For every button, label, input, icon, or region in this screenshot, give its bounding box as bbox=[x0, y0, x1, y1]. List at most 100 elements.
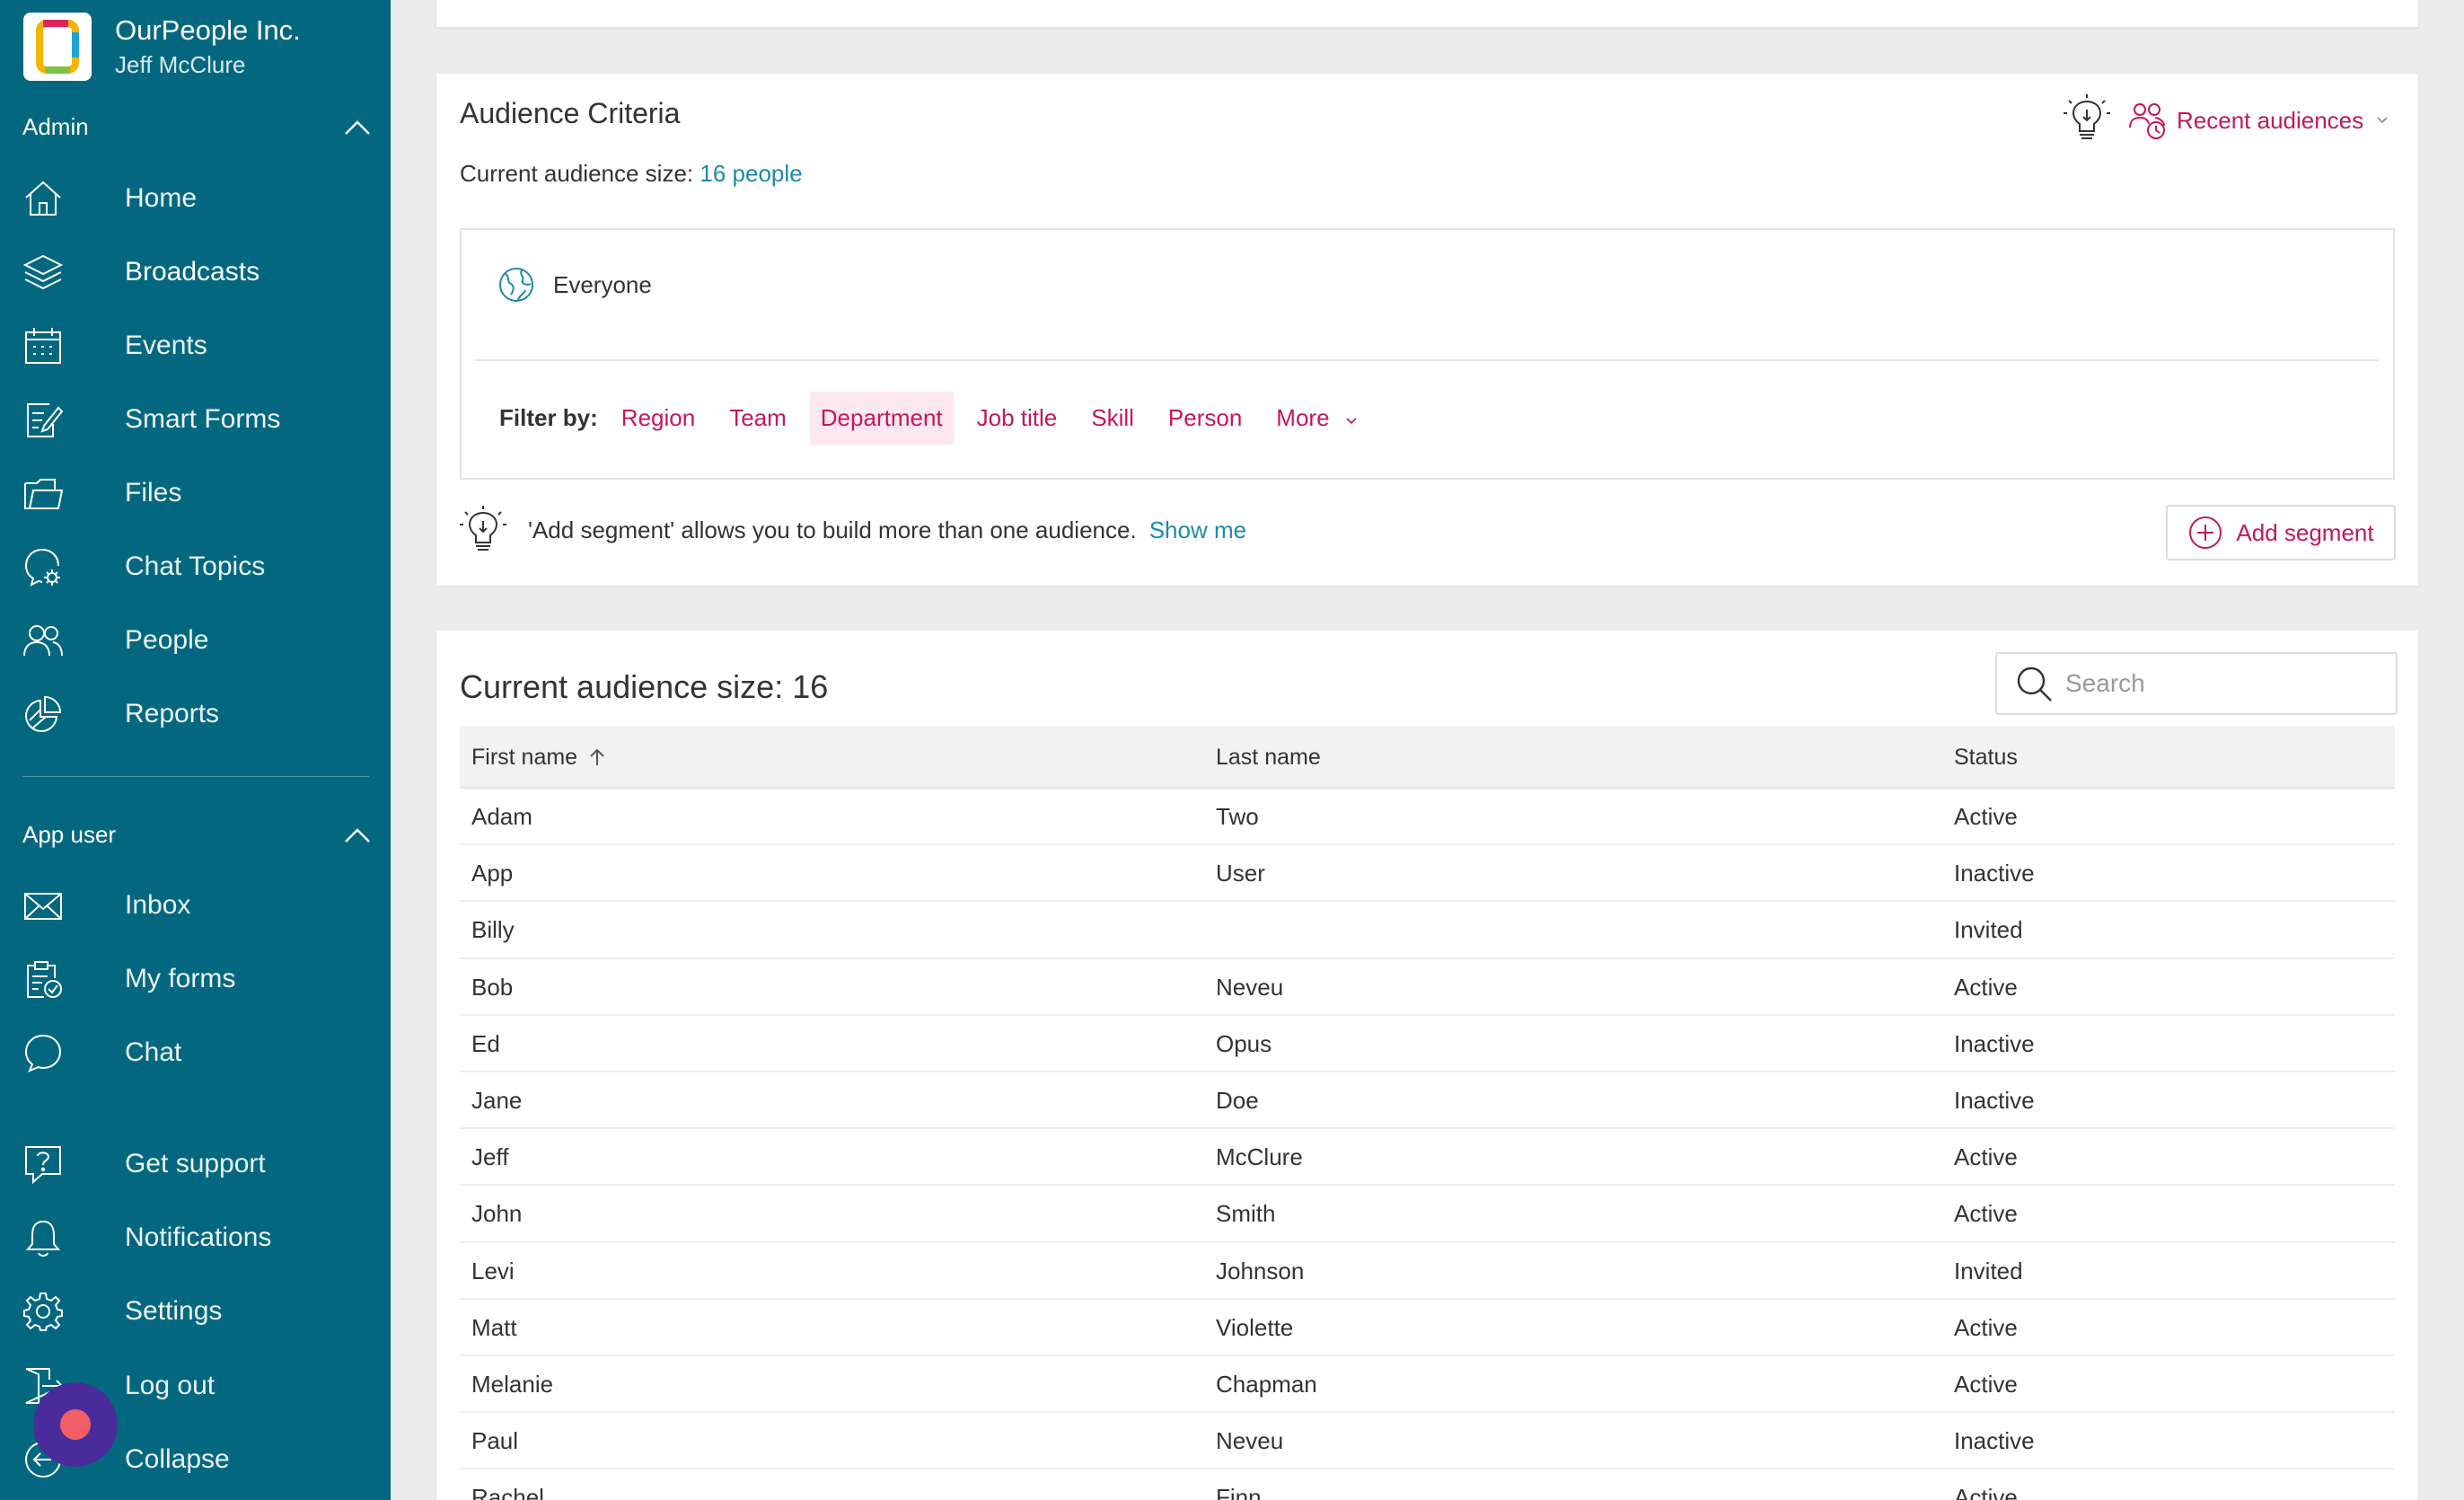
chevron-down-icon bbox=[1346, 418, 1357, 425]
sidebar-item-my-forms[interactable]: My forms bbox=[22, 948, 372, 1010]
filter-job-title[interactable]: Job title bbox=[966, 392, 1069, 445]
sidebar-item-label: Log out bbox=[125, 1371, 216, 1400]
sidebar-item-events[interactable]: Events bbox=[22, 314, 372, 377]
table-row[interactable]: Melanie Chapman Active bbox=[460, 1356, 2395, 1414]
column-header-first-name[interactable]: First name bbox=[471, 726, 606, 789]
sidebar-item-smart-forms[interactable]: Smart Forms bbox=[22, 388, 372, 451]
filter-by-label: Filter by: bbox=[499, 404, 598, 431]
app-user-section-label: App user bbox=[22, 821, 117, 848]
table-row[interactable]: Ed Opus Inactive bbox=[460, 1016, 2395, 1072]
filter-skill[interactable]: Skill bbox=[1080, 392, 1145, 445]
chevron-down-icon bbox=[2377, 117, 2388, 124]
cell-status: Inactive bbox=[1954, 1029, 2035, 1057]
sidebar-item-label: Notifications bbox=[125, 1222, 272, 1252]
sidebar-item-label: Collapse bbox=[125, 1444, 230, 1474]
sidebar-item-settings[interactable]: Settings bbox=[22, 1280, 372, 1343]
cell-first-name: Paul bbox=[471, 1427, 519, 1455]
cell-status: Inactive bbox=[1954, 1086, 2035, 1114]
table-row[interactable]: Paul Neveu Inactive bbox=[460, 1413, 2395, 1470]
table-row[interactable]: Adam Two Active bbox=[460, 789, 2395, 846]
cell-first-name: App bbox=[471, 860, 514, 887]
support-chat-launcher[interactable] bbox=[33, 1382, 118, 1467]
sidebar-item-label: People bbox=[125, 625, 209, 655]
table-row[interactable]: Jane Doe Inactive bbox=[460, 1072, 2395, 1130]
sort-ascending-icon bbox=[590, 748, 604, 765]
filter-department[interactable]: Department bbox=[809, 392, 954, 445]
lightbulb-icon[interactable] bbox=[2062, 93, 2112, 144]
sidebar-item-files[interactable]: Files bbox=[22, 462, 372, 525]
add-segment-button[interactable]: Add segment bbox=[2166, 505, 2396, 560]
cell-status: Active bbox=[1954, 803, 2018, 830]
audience-table-card: Current audience size: 16 First name Las… bbox=[436, 631, 2418, 1500]
clipboard-check-icon bbox=[22, 957, 65, 1001]
sidebar-item-label: Smart Forms bbox=[125, 404, 281, 434]
table-row[interactable]: App User Inactive bbox=[460, 845, 2395, 903]
globe-icon bbox=[499, 268, 533, 302]
table-row[interactable]: Jeff McClure Active bbox=[460, 1129, 2395, 1187]
cell-status: Inactive bbox=[1954, 860, 2035, 887]
sidebar-item-reports[interactable]: Reports bbox=[22, 683, 372, 746]
cell-last-name: Johnson bbox=[1216, 1257, 1305, 1284]
pie-chart-icon bbox=[22, 693, 65, 736]
cell-first-name: Melanie bbox=[471, 1370, 554, 1398]
filter-more-dropdown[interactable]: More bbox=[1265, 392, 1368, 445]
column-header-label: First name bbox=[471, 744, 578, 770]
sidebar-item-people[interactable]: People bbox=[22, 609, 372, 672]
cell-last-name: Neveu bbox=[1216, 1427, 1284, 1455]
cell-last-name: Doe bbox=[1216, 1086, 1259, 1114]
table-row[interactable]: John Smith Active bbox=[460, 1186, 2395, 1243]
search-icon bbox=[2017, 666, 2052, 701]
audience-size-link[interactable]: 16 people bbox=[700, 160, 802, 187]
column-header-status[interactable]: Status bbox=[1954, 726, 2018, 789]
cell-last-name: Finn bbox=[1216, 1484, 1262, 1500]
cell-first-name: Bob bbox=[471, 973, 514, 1001]
sidebar-item-label: Home bbox=[125, 183, 198, 213]
filter-region[interactable]: Region bbox=[611, 392, 706, 445]
table-row[interactable]: Billy Invited bbox=[460, 902, 2395, 959]
filter-bar: Filter by: Region Team Department Job ti… bbox=[499, 392, 1381, 445]
current-user-name: Jeff McClure bbox=[115, 51, 246, 78]
chevron-up-icon bbox=[345, 119, 370, 135]
sidebar-item-label: Chat bbox=[125, 1037, 182, 1067]
cell-status: Invited bbox=[1954, 1257, 2023, 1284]
home-icon bbox=[22, 177, 65, 220]
table-row[interactable]: Levi Johnson Invited bbox=[460, 1243, 2395, 1300]
table-row[interactable]: Matt Violette Active bbox=[460, 1300, 2395, 1356]
app-user-section-header[interactable]: App user bbox=[22, 821, 371, 849]
sidebar-item-label: Settings bbox=[125, 1296, 223, 1326]
audience-size-label: Current audience size: bbox=[460, 160, 694, 187]
sidebar-item-label: Reports bbox=[125, 699, 220, 728]
sidebar-item-inbox[interactable]: Inbox bbox=[22, 874, 372, 937]
recent-audiences-dropdown[interactable]: Recent audiences bbox=[2128, 101, 2389, 140]
sidebar-item-chat-topics[interactable]: Chat Topics bbox=[22, 535, 372, 598]
filter-person[interactable]: Person bbox=[1157, 392, 1253, 445]
column-header-label: Last name bbox=[1216, 744, 1321, 770]
sidebar-item-label: Files bbox=[125, 478, 182, 507]
column-header-last-name[interactable]: Last name bbox=[1216, 726, 1321, 789]
org-switcher[interactable]: OurPeople Inc. Jeff McClure bbox=[23, 13, 301, 81]
search-box[interactable] bbox=[1995, 652, 2398, 715]
gear-icon bbox=[22, 1290, 65, 1333]
table-row[interactable]: Bob Neveu Active bbox=[460, 959, 2395, 1016]
users-clock-icon bbox=[2129, 103, 2165, 139]
sidebar-item-broadcasts[interactable]: Broadcasts bbox=[22, 241, 372, 304]
table-row[interactable]: Rachel Finn Active bbox=[460, 1469, 2395, 1500]
sidebar-item-label: Chat Topics bbox=[125, 551, 266, 581]
table-header: First name Last name Status bbox=[460, 726, 2395, 789]
filter-more-label: More bbox=[1276, 404, 1330, 431]
everyone-option[interactable]: Everyone bbox=[497, 266, 652, 304]
search-input[interactable] bbox=[2065, 669, 2389, 698]
sidebar-item-notifications[interactable]: Notifications bbox=[22, 1206, 372, 1269]
filter-team[interactable]: Team bbox=[718, 392, 797, 445]
table-body: Adam Two Active App User Inactive Billy Invit… bbox=[460, 789, 2395, 1500]
chat-bubble-icon bbox=[22, 1031, 65, 1074]
folder-icon bbox=[22, 472, 65, 515]
cell-last-name: Neveu bbox=[1216, 973, 1284, 1001]
cell-last-name: Violette bbox=[1216, 1313, 1294, 1341]
sidebar-item-chat[interactable]: Chat bbox=[22, 1021, 372, 1084]
form-edit-icon bbox=[22, 398, 65, 441]
show-me-link[interactable]: Show me bbox=[1149, 516, 1246, 544]
sidebar-item-get-support[interactable]: Get support bbox=[22, 1133, 372, 1196]
sidebar-item-home[interactable]: Home bbox=[22, 167, 372, 230]
admin-section-header[interactable]: Admin bbox=[22, 113, 371, 141]
